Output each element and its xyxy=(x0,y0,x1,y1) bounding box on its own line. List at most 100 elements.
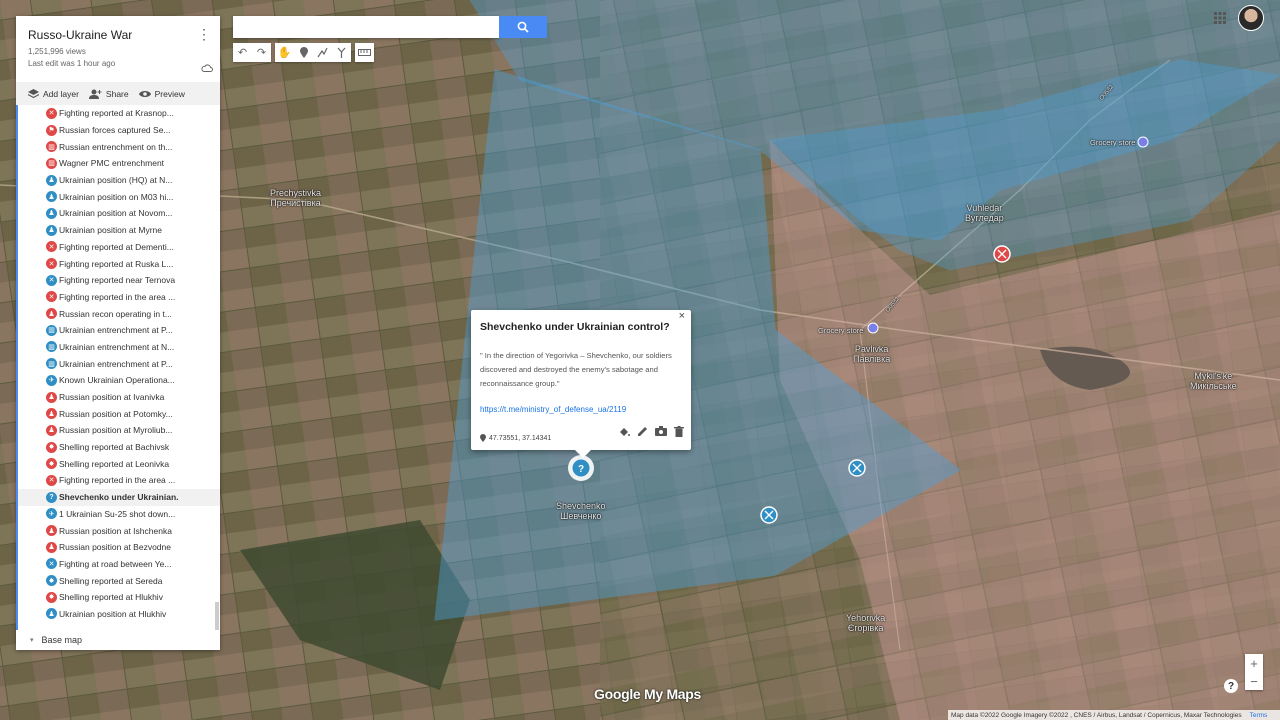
cloud-saved-icon[interactable] xyxy=(201,59,213,77)
google-my-maps-logo: Google My Maps xyxy=(594,686,702,702)
search-icon xyxy=(517,21,529,33)
preview-button[interactable]: Preview xyxy=(138,88,185,99)
last-edit: Last edit was 1 hour ago xyxy=(28,59,116,68)
share-button[interactable]: Share xyxy=(88,88,129,99)
selected-question-marker[interactable]: ? xyxy=(568,455,594,481)
preview-label: Preview xyxy=(154,88,185,99)
undo-icon[interactable]: ↶ xyxy=(233,43,252,62)
layer-item[interactable]: ✕ Fighting at road between Ye... xyxy=(18,556,220,573)
pin-icon xyxy=(480,434,486,442)
layer-item[interactable]: ✸ Shelling reported at Bachivsk xyxy=(18,439,220,456)
poi-label-grocery-2: Grocery store xyxy=(1090,138,1136,147)
ukrainian-fighting-marker-1[interactable] xyxy=(848,459,866,477)
soldier-icon: ♟ xyxy=(46,525,57,537)
popup-tools xyxy=(619,426,684,437)
layer-item[interactable]: ✕ Fighting reported at Ruska L... xyxy=(18,255,220,272)
close-icon[interactable]: × xyxy=(679,310,685,322)
layer-item-label: Ukrainian entrenchment at P... xyxy=(59,358,173,369)
explosion-icon: ✸ xyxy=(46,458,57,470)
layer-item[interactable]: ♟ Russian position at Potomky... xyxy=(18,405,220,422)
base-map-toggle[interactable]: ▾ Base map xyxy=(16,630,220,650)
avatar[interactable] xyxy=(1238,5,1264,31)
base-map-label: Base map xyxy=(41,635,83,645)
layer-item[interactable]: ✕ Fighting reported near Ternova xyxy=(18,272,220,289)
layer-item[interactable]: ▥ Ukrainian entrenchment at N... xyxy=(18,339,220,356)
search-input[interactable] xyxy=(233,16,499,38)
layer-item[interactable]: ✸ Shelling reported at Sereda xyxy=(18,572,220,589)
layer-item[interactable]: ♟ Russian recon operating in t... xyxy=(18,305,220,322)
layer-item-label: Shevchenko under Ukrainian... xyxy=(59,492,179,503)
layer-item-label: Russian entrenchment on th... xyxy=(59,141,173,152)
layer-item-label: Russian recon operating in t... xyxy=(59,308,172,319)
grocery-store-marker-1[interactable] xyxy=(867,322,879,334)
layer-item-label: Ukrainian position at Hlukhiv xyxy=(59,608,167,619)
russian-fighting-marker[interactable] xyxy=(993,245,1011,263)
layer-item-label: Russian position at Ishchenka xyxy=(59,525,172,536)
layer-item-label: Ukrainian position at Novom... xyxy=(59,208,173,219)
layer-item[interactable]: ♟ Russian position at Ivanivka xyxy=(18,389,220,406)
zoom-in-button[interactable]: + xyxy=(1245,654,1263,672)
panel-actions: Add layer Share Preview xyxy=(16,82,220,105)
crossed-swords-icon: ✕ xyxy=(46,241,57,253)
directions-icon[interactable] xyxy=(332,43,351,62)
popup-title: Shevchenko under Ukrainian control? xyxy=(480,321,670,333)
paint-bucket-icon[interactable] xyxy=(619,426,630,437)
layer-item[interactable]: ♟ Russian position at Ishchenka xyxy=(18,522,220,539)
layer-item[interactable]: ? Shevchenko under Ukrainian... xyxy=(18,488,220,506)
crossed-swords-icon: ✕ xyxy=(46,558,57,570)
layer-item[interactable]: ✸ Shelling reported at Leonivka xyxy=(18,455,220,472)
soldier-icon: ♟ xyxy=(46,541,57,553)
layer-item[interactable]: ▥ Ukrainian entrenchment at P... xyxy=(18,322,220,339)
layer-item[interactable]: ⚑ Russian forces captured Se... xyxy=(18,122,220,139)
add-marker-icon[interactable] xyxy=(294,43,313,62)
layer-item-label: Fighting reported near Ternova xyxy=(59,275,176,286)
more-options-icon[interactable]: ⋮ xyxy=(197,26,211,43)
place-label-shevchenko: Shevchenko Шевченко xyxy=(556,501,606,521)
ruler-icon[interactable] xyxy=(355,43,374,62)
layer-item-label: Ukrainian position (HQ) at N... xyxy=(59,175,173,186)
layer-item[interactable]: ♟ Russian position at Myroliub... xyxy=(18,422,220,439)
trash-icon[interactable] xyxy=(674,426,684,437)
edit-pencil-icon[interactable] xyxy=(637,426,648,437)
layer-item[interactable]: ✈ 1 Ukrainian Su-25 shot down... xyxy=(18,506,220,523)
zoom-out-button[interactable]: − xyxy=(1245,672,1263,690)
feature-info-popup: × Shevchenko under Ukrainian control? " … xyxy=(471,310,691,458)
terms-link[interactable]: Terms xyxy=(1250,712,1268,719)
layer-item-label: Russian forces captured Se... xyxy=(59,125,171,136)
layer-item[interactable]: ✕ Fighting reported in the area ... xyxy=(18,289,220,306)
popup-source-link[interactable]: https://t.me/ministry_of_defense_ua/2119 xyxy=(480,405,626,414)
soldier-icon: ♟ xyxy=(46,174,57,186)
layer-item[interactable]: ♟ Ukrainian position at Novom... xyxy=(18,205,220,222)
layer-item[interactable]: ✕ Fighting reported in the area ... xyxy=(18,472,220,489)
layer-item[interactable]: ✕ Fighting reported at Krasnop... xyxy=(18,105,220,122)
add-layer-button[interactable]: Add layer xyxy=(28,88,79,99)
apps-grid-icon[interactable] xyxy=(1214,11,1226,29)
add-person-icon xyxy=(88,89,102,99)
layer-item[interactable]: ♟ Ukrainian position at Hlukhiv xyxy=(18,606,220,623)
crossed-swords-icon: ✕ xyxy=(46,258,57,270)
map-title[interactable]: Russo-Ukraine War xyxy=(28,28,132,42)
airplane-icon: ✈ xyxy=(46,508,57,520)
grocery-store-marker-2[interactable] xyxy=(1137,136,1149,148)
layer-item[interactable]: ♟ Ukrainian position (HQ) at N... xyxy=(18,172,220,189)
add-layer-label: Add layer xyxy=(43,88,79,99)
layer-item[interactable]: ♟ Russian position at Bezvodne xyxy=(18,539,220,556)
layer-item-label: Fighting reported in the area ... xyxy=(59,291,176,302)
layer-item[interactable]: ✸ Shelling reported at Hlukhiv xyxy=(18,589,220,606)
layer-item[interactable]: ✕ Fighting reported at Dementi... xyxy=(18,239,220,256)
layer-item[interactable]: ▥ Ukrainian entrenchment at P... xyxy=(18,355,220,372)
ukrainian-fighting-marker-2[interactable] xyxy=(760,506,778,524)
layer-item-label: 1 Ukrainian Su-25 shot down... xyxy=(59,508,176,519)
redo-icon[interactable]: ↷ xyxy=(252,43,271,62)
share-label: Share xyxy=(105,88,129,99)
search-button[interactable] xyxy=(499,16,547,38)
layer-item[interactable]: ▥ Wagner PMC entrenchment xyxy=(18,155,220,172)
camera-icon[interactable] xyxy=(655,426,667,437)
draw-line-icon[interactable] xyxy=(313,43,332,62)
layer-item[interactable]: ♟ Ukrainian position at Myrne xyxy=(18,222,220,239)
hand-icon[interactable]: ✋ xyxy=(275,43,294,62)
help-button[interactable]: ? xyxy=(1224,679,1238,693)
layer-item[interactable]: ▥ Russian entrenchment on th... xyxy=(18,138,220,155)
layer-item[interactable]: ♟ Ukrainian position on M03 hi... xyxy=(18,188,220,205)
layer-item[interactable]: ✈ Known Ukrainian Operationa... xyxy=(18,372,220,389)
